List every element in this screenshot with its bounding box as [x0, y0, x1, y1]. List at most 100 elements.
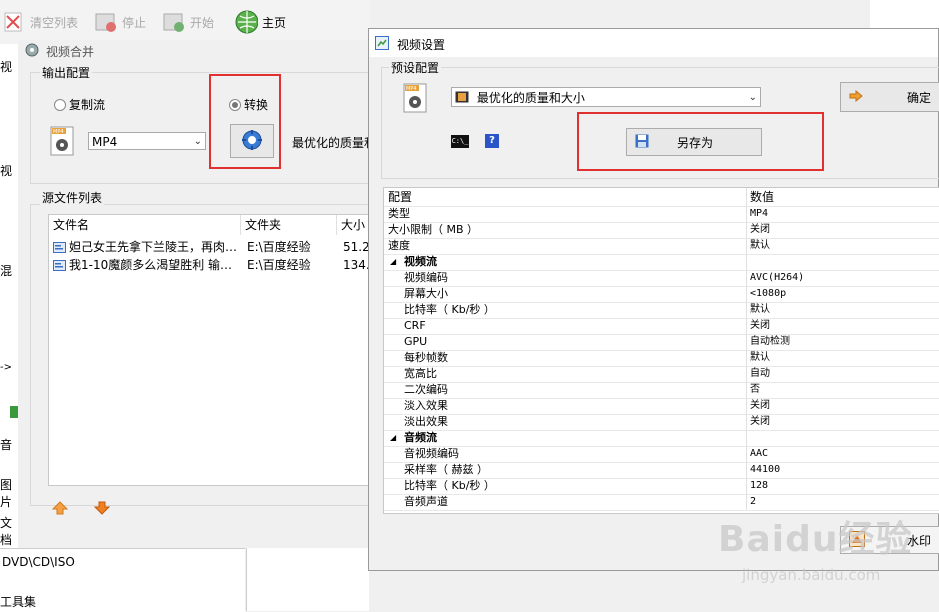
sidebar-label-document[interactable]: 文档: [0, 514, 20, 548]
sidebar-label-video[interactable]: 视: [0, 58, 12, 75]
radio-copy-stream[interactable]: 复制流: [54, 96, 105, 113]
column-filename[interactable]: 文件名: [49, 215, 241, 235]
collapse-icon[interactable]: ◢: [390, 430, 396, 446]
grid-row-value[interactable]: 关闭: [750, 318, 770, 334]
preset-mp4-icon: MP4: [403, 83, 427, 113]
column-size[interactable]: 大小: [337, 215, 371, 235]
grid-row[interactable]: 音视频编码 AAC: [384, 446, 939, 463]
grid-row[interactable]: ◢ 视频流: [384, 254, 939, 271]
quality-label: 最优化的质量和: [292, 136, 377, 150]
grid-row-value[interactable]: AAC: [750, 446, 768, 462]
stop-label: 停止: [122, 15, 147, 30]
grid-row-value[interactable]: 关闭: [750, 398, 770, 414]
grid-header-value: 数值: [750, 190, 775, 204]
grid-row[interactable]: 比特率（ Kb/秒 ） 默认: [384, 302, 939, 319]
grid-row-key: 采样率（ 赫兹 ）: [404, 463, 488, 476]
film-icon: [455, 89, 469, 109]
grid-row[interactable]: 视频编码 AVC(H264): [384, 270, 939, 287]
grid-row[interactable]: CRF 关闭: [384, 318, 939, 335]
grid-row-key: 音视频编码: [404, 447, 459, 460]
stop-icon: [94, 10, 118, 34]
grid-row-value[interactable]: <1080p: [750, 286, 786, 302]
ok-label: 确定: [906, 90, 931, 105]
sidebar-label-video-2[interactable]: 视: [0, 162, 12, 179]
grid-row[interactable]: 速度 默认: [384, 238, 939, 255]
grid-row-value[interactable]: 否: [750, 382, 760, 398]
grid-row-value[interactable]: 自动检测: [750, 334, 790, 350]
grid-row[interactable]: 类型 MP4: [384, 206, 939, 223]
grid-row[interactable]: 淡出效果 关闭: [384, 414, 939, 431]
move-up-button[interactable]: [51, 500, 69, 519]
grid-row-key: 宽高比: [404, 367, 437, 380]
grid-row[interactable]: 二次编码 否: [384, 382, 939, 399]
grid-row-value[interactable]: MP4: [750, 206, 768, 222]
command-line-icon[interactable]: C:\_: [451, 135, 469, 148]
grid-row[interactable]: 比特率（ Kb/秒 ） 128: [384, 478, 939, 495]
grid-row[interactable]: 每秒帧数 默认: [384, 350, 939, 367]
output-config-label: 输出配置: [40, 64, 93, 81]
site-watermark-logo: Baidu经验: [718, 519, 913, 560]
dialog-app-icon: [375, 36, 389, 53]
dvd-cd-iso-item[interactable]: DVD\CD\ISO: [2, 555, 75, 569]
radio-copy-label: 复制流: [69, 98, 106, 112]
collapse-icon[interactable]: ◢: [390, 254, 396, 270]
merge-gear-icon: [24, 42, 40, 61]
grid-row-value[interactable]: 默认: [750, 238, 770, 254]
grid-row-value[interactable]: 默认: [750, 302, 770, 318]
grid-separator: [746, 462, 747, 478]
grid-row[interactable]: 宽高比 自动: [384, 366, 939, 383]
home-button[interactable]: 主页: [234, 6, 286, 38]
file-folder: E:\百度经验: [247, 258, 311, 272]
grid-row-value[interactable]: AVC(H264): [750, 270, 804, 286]
clear-list-icon: [2, 10, 26, 34]
video-file-icon: [53, 260, 66, 274]
grid-row[interactable]: 屏幕大小 <1080p: [384, 286, 939, 303]
grid-row-value[interactable]: 44100: [750, 462, 780, 478]
arrow-up-icon: [51, 501, 69, 515]
help-icon[interactable]: ?: [485, 134, 499, 148]
sidebar-label-mix[interactable]: 混: [0, 262, 12, 279]
tools-item[interactable]: 工具集: [0, 593, 36, 610]
preset-select-value: 最优化的质量和大小: [476, 91, 585, 105]
grid-separator: [746, 254, 747, 270]
merge-title: 视频合并: [46, 45, 95, 59]
grid-row-value[interactable]: 自动: [750, 366, 770, 382]
grid-separator: [746, 414, 747, 430]
clear-list-button[interactable]: 清空列表: [2, 6, 78, 38]
preset-select[interactable]: 最优化的质量和大小 ⌄: [451, 87, 761, 107]
stop-button[interactable]: 停止: [94, 6, 146, 38]
settings-property-grid[interactable]: 配置 数值 类型 MP4 大小限制（ MB ）关闭 速度 默认 ◢ 视频流 视频编码 AVC(H…: [383, 187, 939, 514]
bottom-blank-pane: [246, 548, 369, 611]
grid-row-value[interactable]: 128: [750, 478, 768, 494]
grid-row[interactable]: 采样率（ 赫兹 ） 44100: [384, 462, 939, 479]
ok-button[interactable]: 确定: [840, 82, 939, 112]
source-file-list[interactable]: 文件名 文件夹 大小 妲己女王先拿下兰陵王，再肉… E:\百度经验 51.2 我…: [48, 214, 372, 486]
mp4-file-icon: MP4: [50, 126, 74, 156]
grid-row-key: 二次编码: [404, 383, 448, 396]
format-select[interactable]: MP4 ⌄: [88, 132, 206, 150]
grid-row-key: 音频流: [404, 431, 437, 444]
sidebar-label-image[interactable]: 图片: [0, 476, 20, 510]
grid-separator: [746, 478, 747, 494]
grid-row[interactable]: 淡入效果 关闭: [384, 398, 939, 415]
video-settings-dialog: 视频设置 预设配置 MP4 最优化的质量和大小 ⌄ 确定 C:\_ ? 另存为 …: [368, 28, 939, 571]
grid-row[interactable]: ◢ 音频流: [384, 430, 939, 447]
grid-row[interactable]: 音频声道 2: [384, 494, 939, 511]
list-item[interactable]: 我1-10魔颜多么渴望胜利 输… E:\百度经验 134.1: [51, 257, 371, 274]
column-folder[interactable]: 文件夹: [241, 215, 337, 235]
sidebar-label-audio[interactable]: 音: [0, 436, 12, 453]
radio-copy-icon: [54, 98, 66, 111]
grid-row-value[interactable]: 2: [750, 494, 756, 510]
grid-row[interactable]: GPU 自动检测: [384, 334, 939, 351]
file-folder: E:\百度经验: [247, 240, 311, 254]
grid-separator: [746, 350, 747, 366]
grid-row-value[interactable]: 关闭: [750, 222, 770, 238]
list-item[interactable]: 妲己女王先拿下兰陵王，再肉… E:\百度经验 51.2: [51, 239, 370, 256]
grid-row-value[interactable]: 默认: [750, 350, 770, 366]
arrow-down-icon: [93, 501, 111, 515]
grid-row-value[interactable]: 关闭: [750, 414, 770, 430]
start-button[interactable]: 开始: [162, 6, 214, 38]
grid-row[interactable]: 大小限制（ MB ） 关闭: [384, 222, 939, 239]
grid-separator: [746, 222, 747, 238]
move-down-button[interactable]: [93, 500, 111, 519]
